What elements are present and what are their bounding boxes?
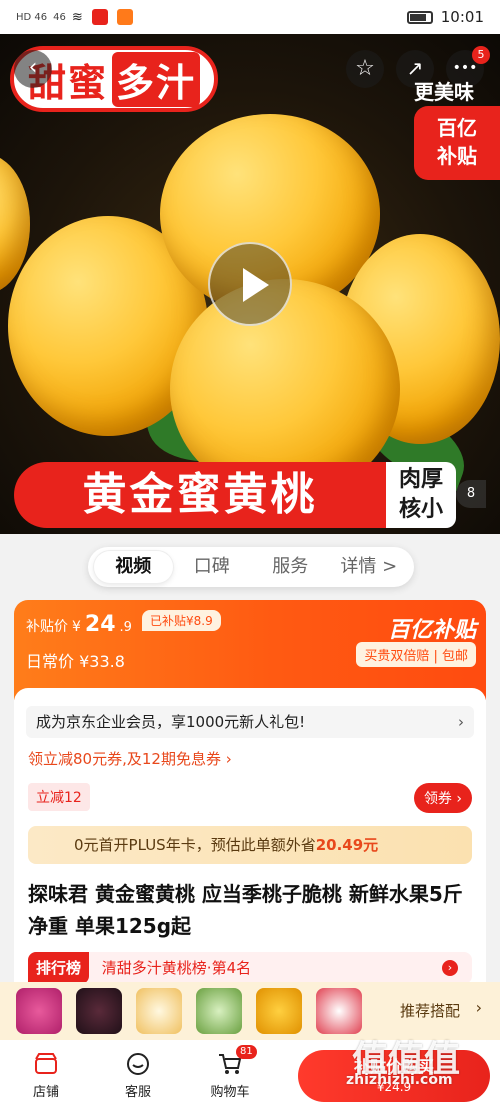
subsidy-price-integer: 24 [84, 612, 116, 637]
subsidy-price-fraction: .9 [119, 620, 132, 635]
service-label: 客服 [124, 1085, 151, 1100]
coupon-info[interactable]: 领立减80元券,及12期免息券 › [28, 748, 232, 769]
watermark-url: zhizhizhi.com [346, 1072, 453, 1088]
wifi-icon: ≋ [71, 9, 83, 25]
recommend-thumbnail[interactable] [16, 988, 62, 1034]
ranking-text: 清甜多汁黄桃榜·第4名 [101, 959, 252, 977]
clock: 10:01 [440, 8, 484, 26]
enterprise-text: 成为京东企业会员，享1000元新人礼包! [36, 713, 306, 731]
chat-icon [127, 1053, 149, 1075]
subsidy-brand[interactable]: 百亿补贴 [388, 612, 476, 644]
guarantee-badge: 买贵双倍赔 | 包邮 [356, 642, 476, 667]
recommend-thumbnail[interactable] [136, 988, 182, 1034]
signal-label-2: 46 [53, 11, 66, 23]
tastier-label: 更美味 [414, 80, 474, 104]
slogan-right: 多汁 [112, 51, 201, 107]
store-icon [35, 1053, 57, 1074]
app-notification-icon [91, 9, 108, 25]
signal-label-1: HD 46 [16, 11, 48, 23]
side-tag: 肉厚 核小 [386, 462, 456, 528]
product-banner: 黄金蜜黄桃 [14, 462, 386, 528]
recommend-thumbnail[interactable] [256, 988, 302, 1034]
cart-count-badge: 81 [236, 1045, 257, 1059]
product-title: 探味君 黄金蜜黄桃 应当季桃子脆桃 新鲜水果5斤净重 单果125g起 [28, 882, 463, 938]
favorite-button[interactable]: ☆ [346, 50, 384, 88]
ranking-bar[interactable]: 排行榜 清甜多汁黄桃榜·第4名 › [28, 952, 472, 984]
customer-service-button[interactable]: 客服 [92, 1051, 184, 1100]
tab-service[interactable]: 服务 [251, 551, 330, 583]
cart-button[interactable]: 81 购物车 [184, 1045, 276, 1100]
chevron-left-icon: ‹ [28, 55, 38, 80]
subsidy-price-row: 补贴价 ¥ 24 .9 [26, 612, 132, 637]
chevron-right-icon: › [475, 998, 482, 1017]
product-hero-image[interactable]: 甜蜜 多汁 ‹ ☆ ↗ ••• 5 更美味 百亿 补贴 黄金蜜黄桃 肉厚 核小 … [0, 34, 500, 534]
store-button[interactable]: 店铺 [0, 1051, 92, 1100]
battery-icon [406, 10, 433, 24]
back-button[interactable]: ‹ [14, 50, 52, 88]
chevron-right-icon: › [458, 713, 464, 731]
recommend-thumbnail[interactable] [196, 988, 242, 1034]
more-icon: ••• [452, 60, 478, 76]
claim-coupon-button[interactable]: 领券 › [413, 783, 472, 813]
discount-badge: 立减12 [28, 783, 90, 811]
recommend-thumbnail[interactable] [76, 988, 122, 1034]
tab-details[interactable]: 详情 > [330, 551, 409, 583]
star-icon: ☆ [355, 56, 375, 81]
currency-symbol: ¥ [72, 619, 81, 635]
enterprise-member-banner[interactable]: 成为京东企业会员，享1000元新人礼包! › [26, 706, 474, 738]
recommend-thumbnail[interactable] [316, 988, 362, 1034]
image-counter: 8 [456, 480, 486, 508]
store-label: 店铺 [32, 1085, 59, 1100]
daily-price: 日常价 ¥33.8 [26, 652, 125, 671]
subsidized-amount-badge: 已补贴¥8.9 [142, 610, 221, 631]
subsidy-price-label: 补贴价 [26, 619, 68, 635]
plus-text: 0元首开PLUS年卡，预估此单额外省 [74, 836, 316, 854]
section-tabs: 视频 口碑 服务 详情 > [88, 547, 414, 587]
price-card: 补贴价 ¥ 24 .9 已补贴¥8.9 日常价 ¥33.8 百亿补贴 买贵双倍赔… [14, 600, 486, 700]
side-tag-line2: 核小 [398, 497, 443, 522]
subsidy-tag-line1: 百亿 [437, 116, 477, 140]
plus-savings: 20.49元 [315, 836, 379, 854]
chevron-right-icon: › [442, 960, 458, 976]
recommend-label[interactable]: 推荐搭配 [400, 1000, 460, 1021]
subsidy-tag: 百亿 补贴 [414, 106, 500, 180]
ranking-tag: 排行榜 [28, 952, 90, 984]
app-notification-icon [116, 9, 133, 25]
side-tag-line1: 肉厚 [398, 467, 443, 492]
tab-reviews[interactable]: 口碑 [173, 551, 252, 583]
cart-label: 购物车 [210, 1085, 250, 1100]
plus-membership-banner[interactable]: 0元首开PLUS年卡，预估此单额外省20.49元 [28, 826, 472, 864]
subsidy-tag-line2: 补贴 [437, 144, 477, 168]
play-video-button[interactable] [208, 242, 292, 326]
tab-video[interactable]: 视频 [94, 551, 173, 583]
status-bar: HD 46 46 ≋ 10:01 [0, 0, 500, 34]
message-badge: 5 [472, 46, 490, 64]
